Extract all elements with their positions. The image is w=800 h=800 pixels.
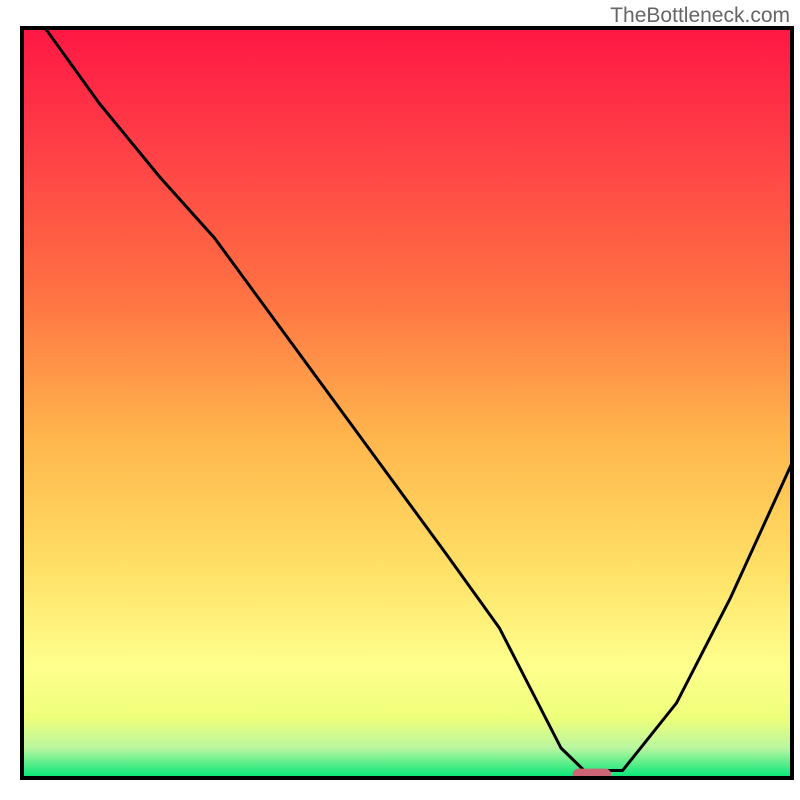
plot-background (22, 28, 792, 778)
plot-area (22, 28, 792, 780)
watermark-text: TheBottleneck.com (610, 4, 790, 28)
chart-svg (0, 0, 800, 800)
chart-container: TheBottleneck.com (0, 0, 800, 800)
